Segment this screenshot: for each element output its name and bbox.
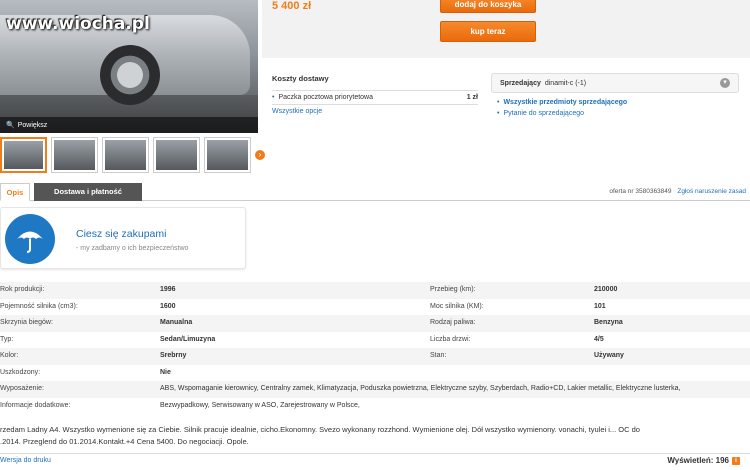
spec-value: 1600 xyxy=(160,302,176,310)
spec-value: Bezwypadkowy, Serwisowany w ASO, Zarejes… xyxy=(160,401,360,409)
zoom-button[interactable]: 🔍 Powiększ xyxy=(0,117,258,133)
offer-number: oferta nr 3580363849 xyxy=(609,188,672,195)
spec-value: 101 xyxy=(594,302,606,310)
view-counter: Wyświetleń: 196 i xyxy=(667,456,740,465)
table-row: Informacje dodatkowe: Bezwypadkowy, Serw… xyxy=(0,398,750,415)
all-options-link[interactable]: Wszystkie opcje xyxy=(272,108,478,115)
add-to-cart-button[interactable]: dodaj do koszyka xyxy=(440,0,536,13)
seller-name: dinamit-c (-1) xyxy=(544,79,587,87)
spec-label: Wyposażenie: xyxy=(0,385,44,392)
umbrella-icon xyxy=(5,214,55,264)
offer-meta: oferta nr 3580363849 Zgłoś naruszenie za… xyxy=(609,188,746,195)
print-version-link[interactable]: Wersja do druku xyxy=(0,457,51,464)
description-line: .2014. Przeglend do 01.2014.Kontakt.+4 C… xyxy=(0,437,249,446)
shipping-costs: Koszty dostawy • Paczka pocztowa prioryte… xyxy=(272,74,478,115)
shipping-title: Koszty dostawy xyxy=(272,74,329,83)
shipping-cost: 1 zł xyxy=(466,94,478,101)
spec-label: Rok produkcji: xyxy=(0,286,45,293)
views-count: Wyświetleń: 196 xyxy=(667,456,729,465)
spec-value: 4/5 xyxy=(594,335,604,343)
table-row: Kolor: Srebrny Stan: Używany xyxy=(0,348,750,365)
table-row: Pojemność silnika (cm3): 1600 Moc silnik… xyxy=(0,299,750,316)
tab-description[interactable]: Opis xyxy=(0,183,30,201)
bullet-icon: • xyxy=(272,94,275,101)
spec-label: Moc silnika (KM): xyxy=(430,302,484,310)
table-row: Wyposażenie: ABS, Wspomaganie kierownicy… xyxy=(0,381,750,398)
table-row: Skrzynia biegów: Manualna Rodzaj paliwa:… xyxy=(0,315,750,332)
spec-value: Sedan/Limuzyna xyxy=(160,335,216,343)
spec-value: Używany xyxy=(594,352,624,359)
description-line: rzedam Ladny A4. Wszystko wymenione się … xyxy=(0,425,640,434)
seller-label: Sprzedający xyxy=(500,79,541,87)
chevron-down-icon: ▾ xyxy=(720,78,730,88)
wheel-image xyxy=(100,45,160,105)
banner-title: Ciesz się zakupami xyxy=(76,228,167,240)
buy-now-button[interactable]: kup teraz xyxy=(440,21,536,42)
bullet-icon: • xyxy=(497,110,500,117)
zoom-label: Powiększ xyxy=(17,121,48,129)
thumbnail[interactable] xyxy=(102,137,149,173)
table-row: Typ: Sedan/Limuzyna Liczba drzwi: 4/5 xyxy=(0,332,750,349)
seller-dropdown[interactable]: Sprzedający dinamit-c (-1) ▾ xyxy=(491,73,739,93)
safety-banner: Ciesz się zakupami - my zadbamy o ich be… xyxy=(0,207,246,269)
shipping-method: Paczka pocztowa priorytetowa xyxy=(278,94,373,101)
thumbnail[interactable] xyxy=(204,137,251,173)
specs-table: Rok produkcji: 1996 Przebieg (km): 21000… xyxy=(0,282,750,414)
spec-label: Uszkodzony: xyxy=(0,368,41,376)
spec-label: Informacje dodatkowe: xyxy=(0,401,71,409)
banner-subtitle: - my zadbamy o ich bezpieczeństwo xyxy=(76,245,189,252)
spec-value: 1996 xyxy=(160,286,176,293)
spec-label: Przebieg (km): xyxy=(430,286,476,293)
bullet-icon: • xyxy=(497,99,500,106)
spec-value: Srebrny xyxy=(160,352,187,359)
price: 5 400 zł xyxy=(272,0,312,12)
spec-value: Manualna xyxy=(160,319,193,326)
seller-links: • Wszystkie przedmioty sprzedającego • Pyt… xyxy=(497,99,627,121)
spec-value: 210000 xyxy=(594,286,618,293)
spec-label: Stan: xyxy=(430,352,447,359)
thumbnail[interactable] xyxy=(51,137,98,173)
thumbnail[interactable] xyxy=(0,137,47,173)
divider xyxy=(0,453,750,454)
spec-value: ABS, Wspomaganie kierownicy, Centralny z… xyxy=(160,385,681,392)
spec-label: Liczba drzwi: xyxy=(430,335,471,343)
thumbnail-strip: › xyxy=(0,137,265,175)
spec-label: Rodzaj paliwa: xyxy=(430,319,476,326)
main-photo[interactable]: www.wiocha.pl 🔍 Powiększ xyxy=(0,0,258,133)
table-row: Uszkodzony: Nie xyxy=(0,365,750,382)
spec-label: Pojemność silnika (cm3): xyxy=(0,302,78,310)
shipping-row: • Paczka pocztowa priorytetowa 1 zł xyxy=(272,90,478,105)
info-icon[interactable]: i xyxy=(732,456,740,465)
seller-items-link[interactable]: Wszystkie przedmioty sprzedającego xyxy=(503,99,627,106)
spec-label: Skrzynia biegów: xyxy=(0,319,53,326)
magnifier-icon: 🔍 xyxy=(6,122,15,129)
thumbnail[interactable] xyxy=(153,137,200,173)
table-row: Rok produkcji: 1996 Przebieg (km): 21000… xyxy=(0,282,750,299)
offer-top-section: www.wiocha.pl 🔍 Powiększ › 5 400 zł doda… xyxy=(0,0,750,184)
ask-seller-link[interactable]: Pytanie do sprzedającego xyxy=(503,110,584,117)
spec-label: Typ: xyxy=(0,335,14,343)
tab-delivery-payment[interactable]: Dostawa i płatność xyxy=(34,183,142,201)
spec-value: Benzyna xyxy=(594,319,623,326)
spec-label: Kolor: xyxy=(0,352,19,359)
watermark: www.wiocha.pl xyxy=(6,14,150,34)
report-link[interactable]: Zgłoś naruszenie zasad xyxy=(677,188,746,195)
description-text: rzedam Ladny A4. Wszystko wymenione się … xyxy=(0,424,730,448)
chevron-right-icon[interactable]: › xyxy=(255,150,265,160)
spec-value: Nie xyxy=(160,368,171,376)
